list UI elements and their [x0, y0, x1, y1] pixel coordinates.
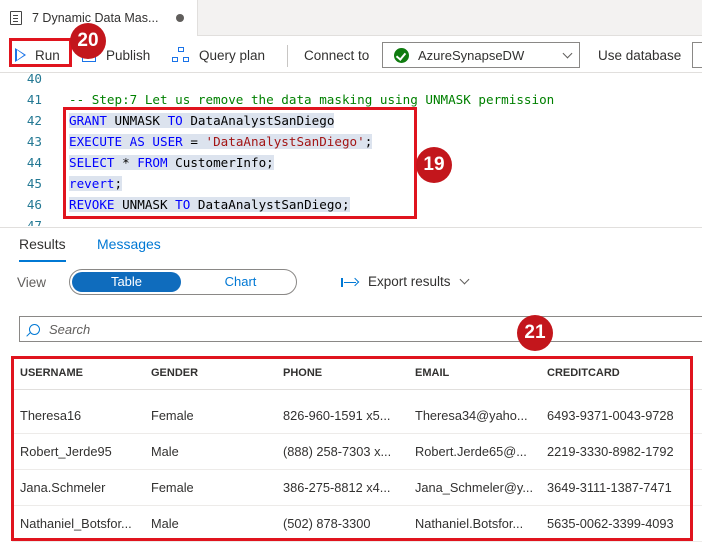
search-placeholder: Search	[49, 321, 91, 337]
export-icon	[341, 277, 360, 287]
search-icon	[29, 323, 40, 335]
unsaved-indicator-icon[interactable]	[176, 14, 184, 22]
line-number: 45	[26, 176, 42, 191]
editor-tab-title: 7 Dynamic Data Mas...	[32, 11, 159, 25]
line-number: 44	[26, 155, 42, 170]
sql-script-icon	[10, 11, 22, 25]
tab-messages[interactable]: Messages	[97, 236, 161, 252]
editor-tab-bar: 7 Dynamic Data Mas...	[0, 0, 702, 36]
run-callout-box	[9, 38, 72, 67]
query-plan-icon	[172, 47, 190, 63]
results-search-input[interactable]: Search	[19, 316, 702, 342]
connection-value: AzureSynapseDW	[418, 47, 525, 63]
code-line: 40	[0, 74, 702, 89]
publish-label: Publish	[106, 47, 151, 63]
connection-dropdown[interactable]: AzureSynapseDW	[382, 42, 580, 68]
line-number: 46	[26, 197, 42, 212]
results-view-bar: View Table Chart Export results	[0, 264, 702, 300]
view-toggle: Table Chart	[69, 269, 297, 295]
code-comment: -- Step:7 Let us remove the data masking…	[69, 92, 555, 107]
export-results-label: Export results	[368, 274, 451, 289]
query-plan-button[interactable]: Query plan	[172, 43, 265, 67]
code-callout-box	[63, 107, 417, 219]
connect-to-label: Connect to	[304, 48, 370, 63]
line-number: 43	[26, 134, 42, 149]
line-number: 42	[26, 113, 42, 128]
chevron-down-icon	[562, 48, 573, 59]
chevron-down-icon	[459, 274, 469, 285]
toolbar-divider	[287, 45, 288, 67]
results-tab-strip: Results Messages	[0, 227, 702, 263]
view-label: View	[17, 275, 47, 290]
use-database-label: Use database	[598, 48, 682, 63]
query-plan-label: Query plan	[199, 47, 266, 63]
step-badge-results: 21	[517, 315, 553, 351]
database-dropdown[interactable]	[692, 42, 702, 68]
view-chart-option[interactable]: Chart	[186, 272, 295, 292]
export-results-button[interactable]: Export results	[341, 274, 469, 289]
step-badge-run: 20	[70, 23, 106, 59]
step-badge-code: 19	[416, 147, 452, 183]
tab-results[interactable]: Results	[19, 236, 66, 262]
line-number: 40	[26, 74, 42, 86]
results-callout-box	[11, 356, 693, 541]
view-table-option[interactable]: Table	[72, 272, 181, 292]
line-number: 41	[26, 92, 42, 107]
line-number: 47	[26, 218, 42, 226]
connected-check-icon	[394, 47, 409, 63]
